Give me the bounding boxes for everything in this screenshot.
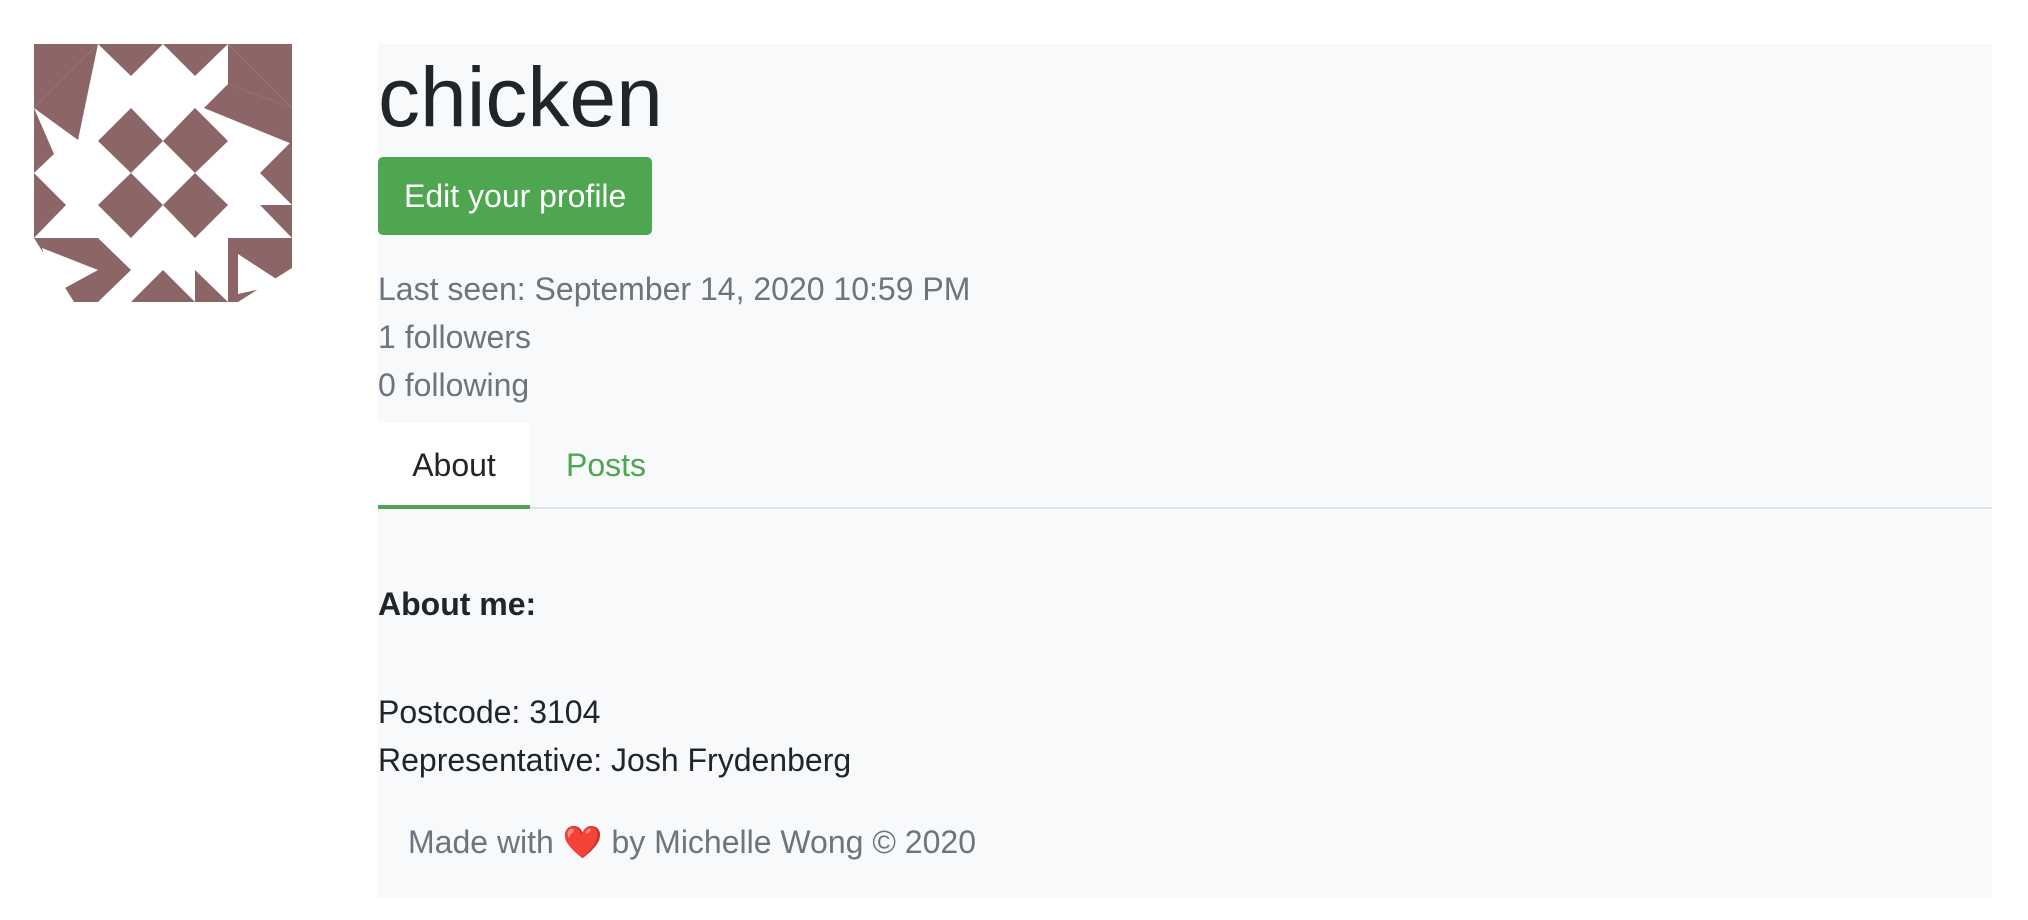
profile-tabs: About Posts (378, 423, 1992, 509)
profile-panel: chicken Edit your profile Last seen: Sep… (378, 44, 1992, 898)
footer-prefix: Made with (408, 824, 554, 860)
tab-posts[interactable]: Posts (530, 423, 682, 507)
identicon-image (34, 44, 292, 302)
heart-icon: ❤️ (562, 824, 603, 860)
last-seen-text: Last seen: September 14, 2020 10:59 PM (378, 271, 971, 307)
footer-suffix: by Michelle Wong © 2020 (611, 824, 976, 860)
followers-count: 1 followers (378, 319, 531, 355)
avatar (34, 44, 292, 302)
edit-profile-button[interactable]: Edit your profile (378, 157, 653, 235)
representative-text: Representative: Josh Frydenberg (378, 742, 852, 778)
about-me-heading: About me: (378, 586, 537, 622)
postcode-text: Postcode: 3104 (378, 694, 601, 730)
footer: Made with ❤️ by Michelle Wong © 2020 (408, 822, 976, 862)
following-count: 0 following (378, 367, 530, 403)
page-title: chicken (378, 50, 663, 144)
tab-about[interactable]: About (378, 423, 530, 509)
